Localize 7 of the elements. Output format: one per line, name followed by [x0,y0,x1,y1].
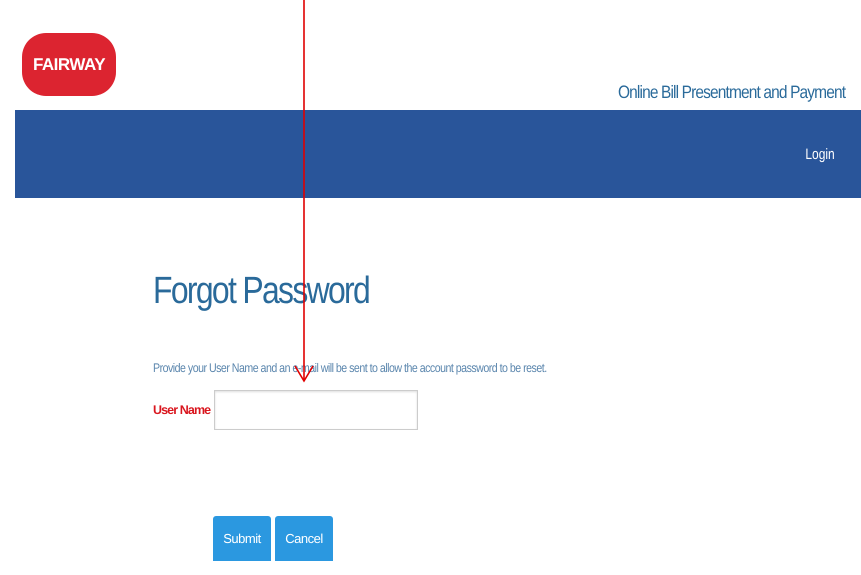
login-link[interactable]: Login [806,146,835,162]
cancel-button[interactable]: Cancel [275,516,333,561]
submit-button[interactable]: Submit [213,516,271,561]
site-tagline: Online Bill Presentment and Payment [618,82,845,103]
brand-logo[interactable]: FAIRWAY [22,33,116,96]
field-label: User Name [153,403,210,417]
user-name-field[interactable] [214,390,418,430]
